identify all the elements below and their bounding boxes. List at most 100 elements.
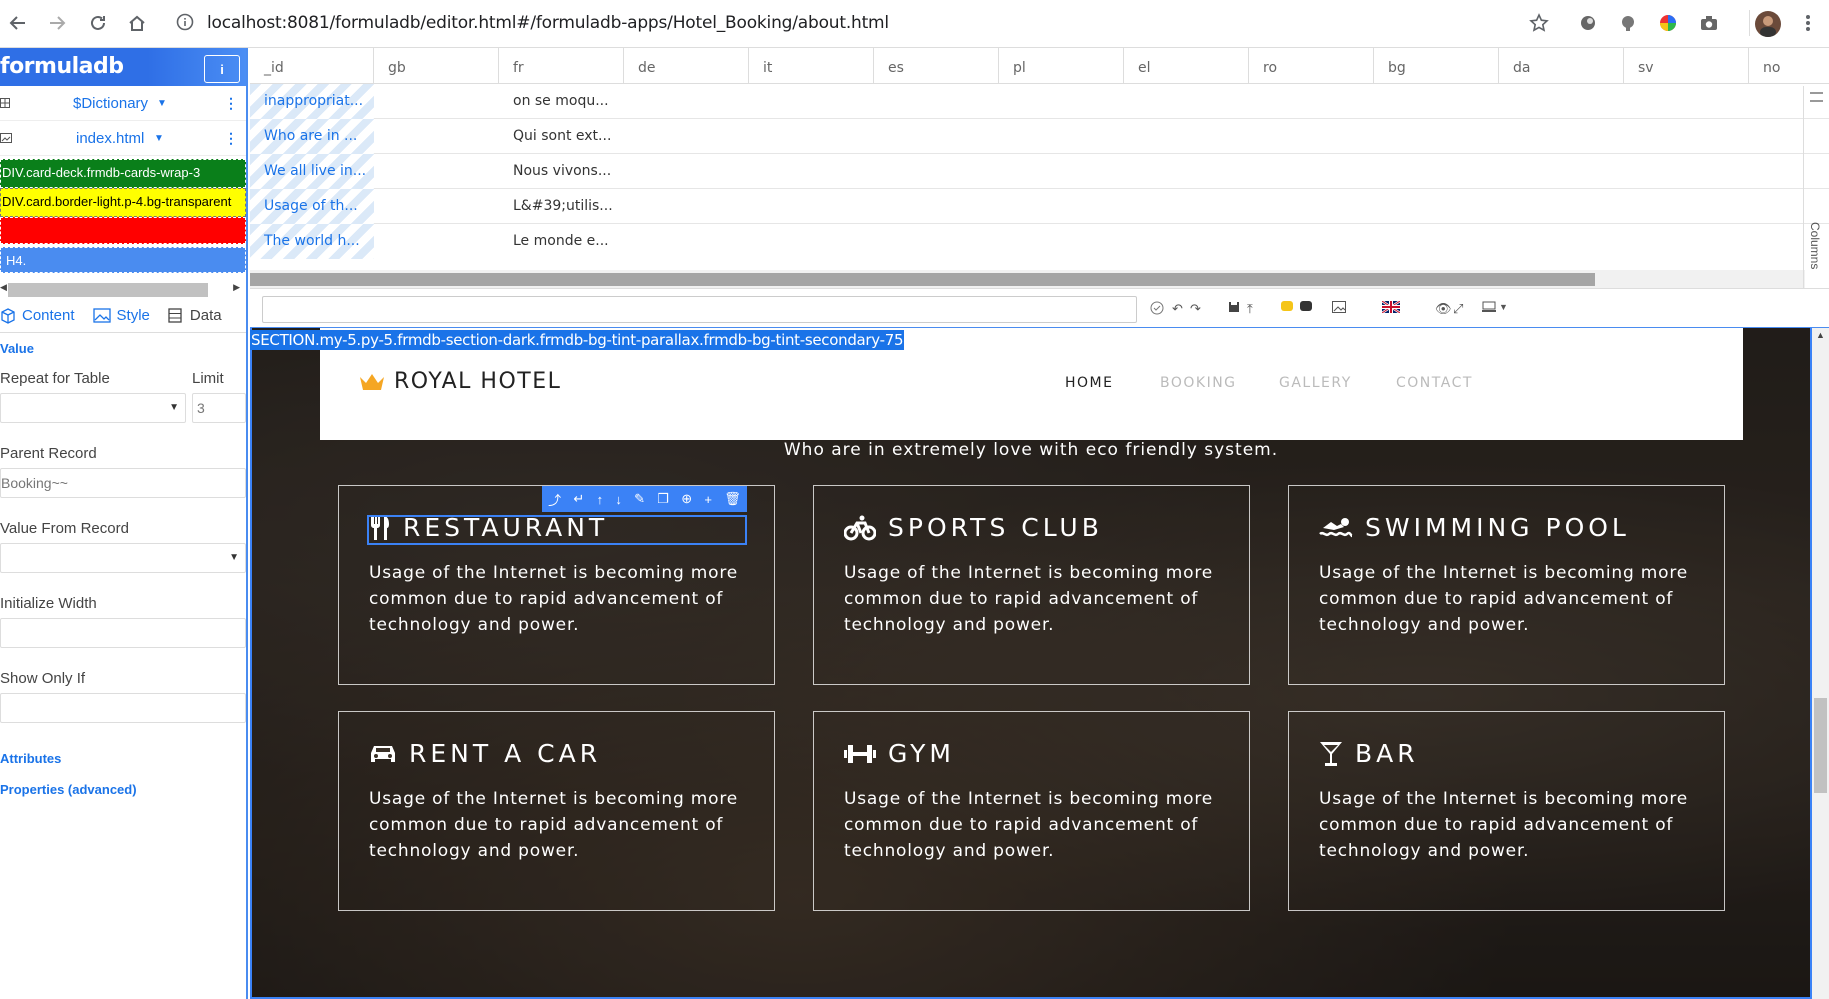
table-select[interactable]: $Dictionary — [73, 95, 148, 112]
more-options-icon[interactable]: ⋮ — [224, 130, 238, 147]
column-header[interactable]: el — [1124, 48, 1249, 84]
card-title[interactable]: SWIMMING POOL — [1319, 513, 1630, 542]
card-title[interactable]: RENT A CAR — [369, 739, 601, 768]
column-header[interactable]: no — [1749, 48, 1804, 84]
path-item-card-deck[interactable]: DIV.card-deck.frmdb-cards-wrap-3 — [0, 159, 246, 188]
cell-gb[interactable] — [374, 189, 499, 224]
enter-icon[interactable]: ↵ — [573, 491, 584, 507]
hotel-brand[interactable]: ROYAL HOTEL — [358, 369, 561, 394]
back-icon[interactable] — [3, 8, 33, 38]
move-down-icon[interactable]: ↓ — [615, 492, 622, 507]
cell-fr[interactable]: L&#39;utilis... — [499, 189, 699, 224]
grid-scrollbar[interactable] — [250, 270, 1805, 288]
cell-gb[interactable] — [374, 224, 499, 259]
move-up-icon[interactable]: ↑ — [597, 492, 604, 507]
column-header[interactable]: es — [874, 48, 999, 84]
column-header[interactable]: _id — [250, 48, 374, 84]
column-header[interactable]: sv — [1624, 48, 1749, 84]
table-row[interactable]: Who are in ... Qui sont ext... — [250, 119, 1829, 154]
value-from-record-select[interactable]: ▼ — [0, 543, 246, 573]
fullscreen-icon[interactable]: ⤢ — [1453, 301, 1463, 317]
nav-booking[interactable]: BOOKING — [1160, 375, 1237, 391]
reload-icon[interactable] — [83, 8, 113, 38]
menu-icon[interactable] — [1796, 11, 1820, 35]
column-header[interactable]: pl — [999, 48, 1124, 84]
nav-home[interactable]: HOME — [1065, 375, 1113, 391]
tab-data[interactable]: Data — [168, 307, 222, 324]
nav-contact[interactable]: CONTACT — [1396, 375, 1473, 391]
tab-content[interactable]: Content — [0, 307, 75, 324]
initialize-width-input[interactable] — [0, 618, 246, 648]
card-title[interactable]: SPORTS CLUB — [844, 513, 1103, 542]
undo-icon[interactable]: ↶ — [1172, 301, 1183, 317]
service-card[interactable]: SPORTS CLUB Usage of the Internet is bec… — [813, 485, 1250, 685]
scroll-up-icon[interactable]: ▲ — [1816, 330, 1825, 340]
scrollbar-thumb[interactable] — [1814, 698, 1827, 793]
column-header[interactable]: it — [749, 48, 874, 84]
preview-eye-icon[interactable]: 👁 — [1435, 301, 1452, 317]
image-icon[interactable] — [1332, 301, 1346, 313]
cell-id[interactable]: We all live in... — [250, 154, 374, 189]
cell-fr[interactable]: on se moqu... — [499, 84, 699, 119]
edit-icon[interactable]: ✎ — [634, 491, 645, 507]
scrollbar-thumb[interactable] — [8, 283, 208, 297]
column-header[interactable]: fr — [499, 48, 624, 84]
preview-scrollbar[interactable]: ▲ — [1812, 328, 1829, 999]
service-card[interactable]: BAR Usage of the Internet is becoming mo… — [1288, 711, 1725, 911]
value-section-label[interactable]: Value — [0, 341, 246, 356]
card-title[interactable]: GYM — [844, 739, 955, 768]
path-item-h4[interactable]: H4. — [0, 247, 246, 273]
column-header[interactable]: da — [1499, 48, 1624, 84]
more-options-icon[interactable]: ⋮ — [224, 95, 238, 112]
info-button[interactable]: i — [204, 55, 240, 83]
color-picker-icon[interactable] — [1656, 11, 1680, 35]
attributes-link[interactable]: Attributes — [0, 751, 246, 766]
tab-style[interactable]: Style — [92, 307, 150, 324]
cell-id[interactable]: inappropriat... — [250, 84, 374, 119]
columns-panel-toggle[interactable]: Columns — [1803, 86, 1829, 302]
theme-dark-icon[interactable] — [1300, 301, 1312, 311]
copy-icon[interactable]: ❐ — [657, 491, 669, 507]
service-card[interactable]: ⤴ ↵ ↑ ↓ ✎ ❐ ⊕ + 🗑 RESTAURANT Usage of th… — [338, 485, 775, 685]
nav-gallery[interactable]: GALLERY — [1279, 375, 1352, 391]
theme-yellow-icon[interactable] — [1281, 301, 1293, 311]
delete-icon[interactable]: 🗑 — [724, 491, 741, 507]
service-card[interactable]: SWIMMING POOL Usage of the Internet is b… — [1288, 485, 1725, 685]
upload-icon[interactable]: ⤒ — [1247, 301, 1253, 317]
table-row[interactable]: The world h... Le monde e... — [250, 224, 1829, 259]
table-select-row[interactable]: $Dictionary ▼ ⋮ — [0, 86, 246, 121]
select-parent-icon[interactable]: ⤴ — [548, 490, 561, 509]
path-item-card[interactable]: DIV.card.border-light.p-4.bg-transparent — [0, 188, 246, 217]
device-select-icon[interactable]: ▼ — [1482, 301, 1508, 312]
column-header[interactable]: gb — [374, 48, 499, 84]
cell-id[interactable]: Who are in ... — [250, 119, 374, 154]
table-row[interactable]: We all live in... Nous vivons... — [250, 154, 1829, 189]
scroll-right-icon[interactable]: ▶ — [233, 282, 240, 293]
uk-flag-icon[interactable] — [1382, 301, 1400, 313]
show-only-if-input[interactable] — [0, 693, 246, 723]
cell-fr[interactable]: Qui sont ext... — [499, 119, 699, 154]
cell-gb[interactable] — [374, 84, 499, 119]
path-item-empty[interactable] — [0, 217, 246, 244]
service-card[interactable]: GYM Usage of the Internet is becoming mo… — [813, 711, 1250, 911]
star-icon[interactable] — [1527, 11, 1551, 35]
save-icon[interactable] — [1228, 301, 1240, 313]
cell-fr[interactable]: Nous vivons... — [499, 154, 699, 189]
camera-icon[interactable] — [1697, 11, 1721, 35]
page-select-row[interactable]: index.html ▼ ⋮ — [0, 121, 246, 156]
table-row[interactable]: Usage of th... L&#39;utilis... — [250, 189, 1829, 224]
cell-gb[interactable] — [374, 119, 499, 154]
limit-input[interactable]: 3 — [192, 393, 246, 423]
extension-brain-icon[interactable] — [1616, 11, 1640, 35]
redo-icon[interactable]: ↷ — [1190, 301, 1201, 317]
scroll-left-icon[interactable]: ◀ — [0, 282, 7, 293]
parent-record-input[interactable]: Booking~~ — [0, 468, 246, 498]
page-select[interactable]: index.html — [76, 130, 144, 147]
service-card[interactable]: RENT A CAR Usage of the Internet is beco… — [338, 711, 775, 911]
column-header[interactable]: bg — [1374, 48, 1499, 84]
extension-circle-icon[interactable] — [1576, 11, 1600, 35]
add-icon[interactable]: + — [704, 492, 712, 507]
cell-id[interactable]: The world h... — [250, 224, 374, 259]
sidebar-scrollbar[interactable]: ◀ ▶ — [0, 279, 246, 299]
column-header[interactable]: de — [624, 48, 749, 84]
